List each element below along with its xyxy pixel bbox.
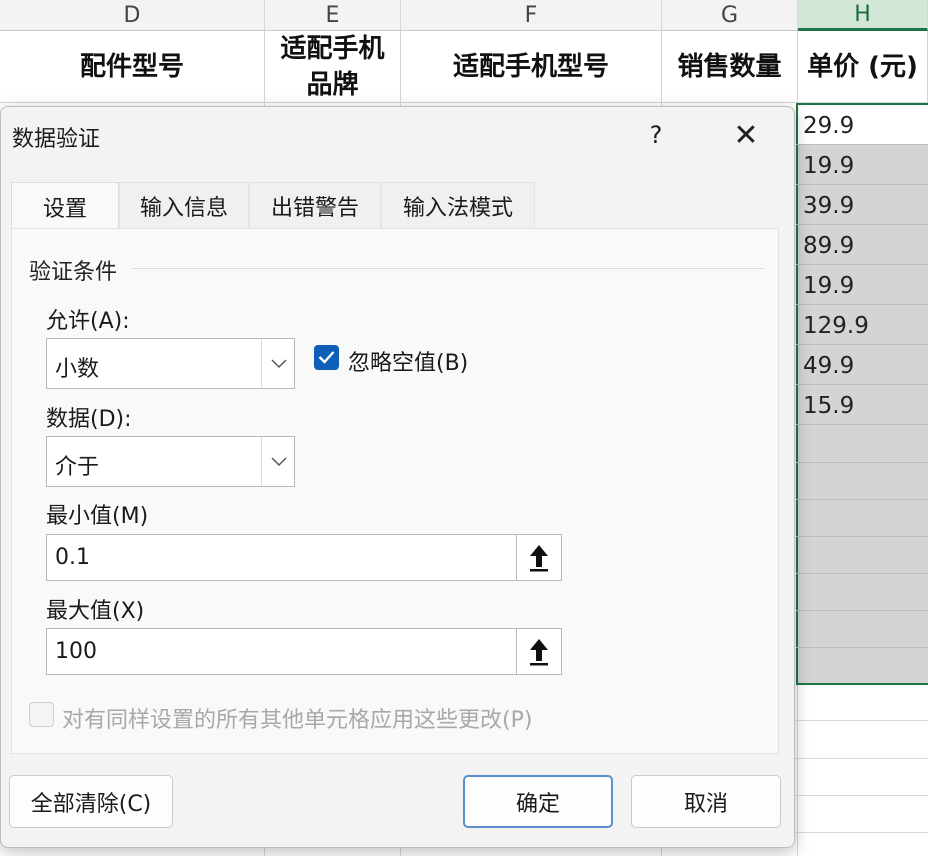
header-cell-unit-price[interactable]: 单价 (元) bbox=[798, 31, 928, 103]
minimum-range-select-button[interactable] bbox=[516, 534, 562, 581]
header-cell-phone-model[interactable]: 适配手机型号 bbox=[401, 31, 662, 103]
header-unit-price-text: 单价 (元) bbox=[807, 51, 918, 82]
price-cell[interactable]: 19.9 bbox=[803, 146, 854, 186]
header-brand-line2: 品牌 bbox=[306, 69, 359, 100]
group-divider bbox=[132, 268, 765, 269]
price-cell[interactable]: 15.9 bbox=[803, 386, 854, 426]
tab-settings[interactable]: 设置 bbox=[11, 182, 119, 230]
column-header-f[interactable]: F bbox=[401, 0, 662, 31]
clear-all-button[interactable]: 全部清除(C) bbox=[9, 775, 173, 828]
data-dropdown-value: 介于 bbox=[55, 455, 100, 480]
column-header-h[interactable]: H bbox=[798, 0, 928, 31]
header-sales-qty-text: 销售数量 bbox=[677, 51, 782, 82]
arrow-up-icon bbox=[530, 544, 548, 571]
grid-line bbox=[796, 499, 928, 500]
header-part-model-text: 配件型号 bbox=[79, 51, 184, 82]
grid-line bbox=[796, 647, 928, 648]
ignore-blank-checkbox[interactable] bbox=[314, 345, 339, 370]
header-phone-model-text: 适配手机型号 bbox=[452, 51, 609, 82]
arrow-up-icon bbox=[530, 638, 548, 665]
grid-line bbox=[796, 536, 928, 537]
column-header-e[interactable]: E bbox=[265, 0, 401, 31]
column-header-d[interactable]: D bbox=[0, 0, 265, 31]
allow-label: 允许(A): bbox=[46, 309, 130, 334]
price-cell[interactable]: 29.9 bbox=[803, 106, 854, 146]
tab-error-alert[interactable]: 出错警告 bbox=[249, 182, 381, 228]
dialog-title: 数据验证 bbox=[12, 127, 101, 152]
ok-button[interactable]: 确定 bbox=[463, 775, 613, 828]
validation-criteria-label: 验证条件 bbox=[29, 260, 118, 285]
close-button[interactable]: ✕ bbox=[728, 117, 764, 153]
header-brand-line1: 适配手机 bbox=[280, 33, 385, 64]
minimum-input[interactable]: 0.1 bbox=[46, 534, 562, 581]
price-cell[interactable]: 89.9 bbox=[803, 226, 854, 266]
minimum-label: 最小值(M) bbox=[46, 504, 149, 529]
minimum-value: 0.1 bbox=[55, 545, 90, 570]
apply-to-all-label[interactable]: 对有同样设置的所有其他单元格应用这些更改(P) bbox=[62, 702, 532, 734]
data-dropdown[interactable]: 介于 bbox=[46, 436, 295, 487]
grid-line bbox=[796, 610, 928, 611]
allow-dropdown[interactable]: 小数 bbox=[46, 338, 295, 389]
grid-line bbox=[796, 462, 928, 463]
chevron-down-icon[interactable] bbox=[262, 339, 295, 388]
price-cell[interactable]: 129.9 bbox=[803, 306, 869, 346]
chevron-down-icon[interactable] bbox=[262, 437, 295, 486]
maximum-label: 最大值(X) bbox=[46, 599, 145, 624]
data-label: 数据(D): bbox=[46, 407, 132, 432]
header-cell-part-model[interactable]: 配件型号 bbox=[0, 31, 265, 103]
check-icon bbox=[318, 351, 335, 364]
price-cell[interactable]: 39.9 bbox=[803, 186, 854, 226]
data-validation-dialog: 数据验证 ? ✕ 设置 输入信息 出错警告 输入法模式 验证条件 允许(A): … bbox=[0, 106, 795, 848]
tab-input-message[interactable]: 输入信息 bbox=[119, 182, 249, 228]
maximum-value: 100 bbox=[55, 639, 97, 664]
maximum-range-select-button[interactable] bbox=[516, 628, 562, 675]
settings-panel: 验证条件 允许(A): 小数 忽略空值(B) 数据(D): 介于 最小值(M) … bbox=[11, 228, 779, 754]
allow-dropdown-value: 小数 bbox=[55, 357, 100, 382]
header-cell-brand[interactable]: 适配手机 品牌 bbox=[265, 31, 401, 103]
apply-to-all-checkbox[interactable] bbox=[29, 702, 54, 727]
tab-ime-mode[interactable]: 输入法模式 bbox=[381, 182, 535, 228]
price-cell[interactable]: 19.9 bbox=[803, 266, 854, 306]
ignore-blank-label[interactable]: 忽略空值(B) bbox=[348, 345, 468, 377]
cancel-button[interactable]: 取消 bbox=[631, 775, 781, 828]
close-icon: ✕ bbox=[733, 117, 759, 153]
price-cell[interactable]: 49.9 bbox=[803, 346, 854, 386]
maximum-input[interactable]: 100 bbox=[46, 628, 562, 675]
header-cell-sales-qty[interactable]: 销售数量 bbox=[662, 31, 798, 103]
column-header-g[interactable]: G bbox=[662, 0, 798, 31]
grid-line bbox=[796, 573, 928, 574]
help-button[interactable]: ? bbox=[641, 117, 671, 153]
